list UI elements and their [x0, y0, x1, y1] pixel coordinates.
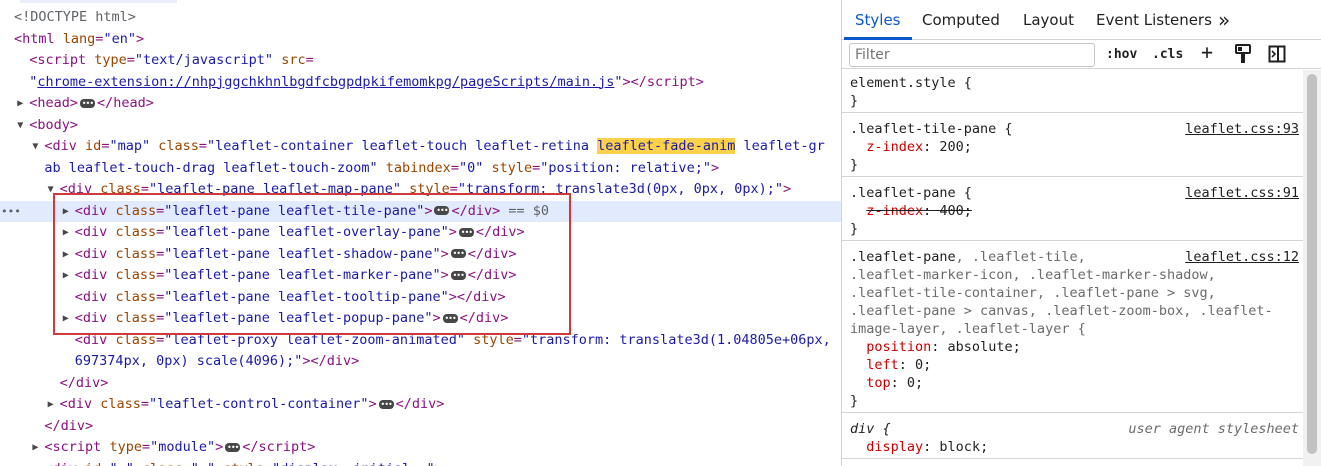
- rule-selector-continued: .leaflet-tile-container, .leaflet-pane >…: [850, 285, 1216, 301]
- expand-triangle-icon[interactable]: ▶: [48, 394, 58, 416]
- css-declaration: display: block;: [866, 439, 989, 455]
- rule-separator: [842, 240, 1321, 241]
- ellipsis-expand-icon[interactable]: •••: [225, 442, 241, 452]
- expand-triangle-icon[interactable]: ▶: [17, 93, 27, 115]
- rule-separator: [842, 412, 1321, 413]
- rule-close-brace: }: [850, 221, 859, 237]
- dom-node-line[interactable]: ▶ <script type="module"> ••• </script>: [0, 437, 841, 459]
- styles-toolbar: :hov .cls +: [842, 40, 1321, 69]
- more-tabs-icon[interactable]: »: [1218, 0, 1230, 40]
- rule-source-link[interactable]: leaflet.css:12: [1185, 248, 1299, 266]
- tab-computed[interactable]: Computed: [922, 0, 1000, 40]
- rule-selector-continued: image-layer, .leaflet-layer {: [850, 321, 1086, 337]
- css-declaration: position: absolute;: [866, 339, 1021, 355]
- dom-node-line[interactable]: ab leaflet-touch-drag leaflet-touch-zoom…: [0, 158, 841, 180]
- dom-node-code: <html lang="en">: [14, 30, 145, 47]
- dom-node-line[interactable]: ▶<div id="…" class="…" style="display: i…: [0, 459, 841, 466]
- dom-node-line[interactable]: ▶ <head> ••• </head>: [0, 93, 841, 115]
- panel-top-accent: [20, 0, 177, 3]
- dom-node-code: ab leaflet-touch-drag leaflet-touch-zoom…: [44, 159, 720, 176]
- tab-layout[interactable]: Layout: [1023, 0, 1074, 40]
- rule-separator: [842, 112, 1321, 113]
- styles-tabbar: Styles Computed Layout Event Listeners »: [842, 0, 1321, 40]
- selected-node-gutter-icon[interactable]: •••: [1, 201, 21, 223]
- hov-toggle[interactable]: :hov: [1106, 45, 1137, 65]
- css-declaration: left: 0;: [866, 357, 932, 373]
- css-declaration: z-index: 400;: [866, 203, 972, 219]
- dom-node-code: <div id="…" class="…" style="display: in…: [44, 459, 442, 466]
- filter-input[interactable]: [849, 43, 1095, 67]
- css-declaration: top: 0;: [866, 375, 924, 391]
- elements-panel[interactable]: <!DOCTYPE html> <html lang="en"> <script t…: [0, 0, 841, 466]
- ellipsis-expand-icon[interactable]: •••: [378, 399, 394, 409]
- paint-brush-icon[interactable]: [1234, 44, 1252, 64]
- dom-node-line[interactable]: "chrome-extension://nhpjggchkhnlbgdfcbgp…: [0, 72, 841, 94]
- rule-selector: element.style {: [850, 75, 972, 91]
- dom-node-code: 697374px, 0px) scale(4096);"></div>: [74, 353, 360, 369]
- dom-node-code: <script type="module"> ••• </script>: [44, 439, 316, 455]
- dom-node-line[interactable]: <html lang="en">: [0, 29, 841, 51]
- dom-node-code: <head> ••• </head>: [29, 95, 154, 111]
- dom-node-code: <div id="map" class="leaflet-container l…: [44, 138, 825, 154]
- expand-triangle-icon[interactable]: ▶: [32, 437, 42, 459]
- styles-pane[interactable]: Styles Computed Layout Event Listeners »…: [842, 0, 1321, 466]
- css-declaration: z-index: 200;: [866, 139, 972, 155]
- dom-node-code: <body>: [29, 116, 78, 133]
- rule-close-brace: }: [850, 393, 859, 409]
- user-agent-source-label: user agent stylesheet: [1128, 421, 1299, 437]
- dom-node-line[interactable]: <script type="text/javascript" src=: [0, 50, 841, 72]
- dom-node-line[interactable]: <!DOCTYPE html>: [0, 7, 841, 29]
- toggle-sidebar-icon[interactable]: [1268, 44, 1286, 64]
- dom-node-code: </div>: [59, 374, 109, 391]
- collapse-triangle-icon[interactable]: ▼: [17, 115, 27, 137]
- new-style-rule-icon[interactable]: +: [1201, 42, 1213, 62]
- dom-node-line[interactable]: ▶ <div class="leaflet-control-container">…: [0, 394, 841, 416]
- dom-node-code: </div>: [44, 417, 94, 434]
- dom-node-code: <div class="leaflet-control-container"> •…: [59, 396, 445, 412]
- cls-toggle[interactable]: .cls: [1152, 45, 1183, 65]
- rule-separator: [842, 458, 1321, 459]
- dom-node-code: <!DOCTYPE html>: [14, 9, 136, 25]
- annotation-red-box: [53, 193, 571, 335]
- rule-close-brace: }: [850, 93, 859, 109]
- rule-close-brace: }: [850, 157, 859, 173]
- scrollbar-thumb[interactable]: [1307, 74, 1317, 454]
- rule-selector-continued: .leaflet-pane > canvas, .leaflet-zoom-bo…: [850, 303, 1273, 319]
- ellipsis-expand-icon[interactable]: •••: [79, 98, 95, 108]
- rule-separator: [842, 176, 1321, 177]
- dom-node-line[interactable]: 697374px, 0px) scale(4096);"></div>: [0, 351, 841, 373]
- rule-source-link[interactable]: leaflet.css:91: [1185, 184, 1299, 202]
- dom-node-line[interactable]: ▼ <body>: [0, 115, 841, 137]
- tab-event-listeners[interactable]: Event Listeners: [1096, 0, 1212, 40]
- dom-node-code: <script type="text/javascript" src=: [29, 52, 314, 68]
- expand-triangle-icon[interactable]: ▶: [32, 459, 42, 466]
- dom-node-line[interactable]: </div>: [0, 416, 841, 438]
- rule-selector-continued: .leaflet-marker-icon, .leaflet-marker-sh…: [850, 267, 1216, 283]
- dom-node-code: "chrome-extension://nhpjggchkhnlbgdfcbgp…: [29, 73, 704, 90]
- rule-source-link[interactable]: leaflet.css:93: [1185, 120, 1299, 138]
- tab-styles[interactable]: Styles: [855, 0, 901, 40]
- collapse-triangle-icon[interactable]: ▼: [32, 136, 42, 158]
- dom-node-line[interactable]: </div>: [0, 373, 841, 395]
- dom-node-line[interactable]: ▼ <div id="map" class="leaflet-container …: [0, 136, 841, 158]
- styles-scrollbar[interactable]: [1303, 70, 1321, 466]
